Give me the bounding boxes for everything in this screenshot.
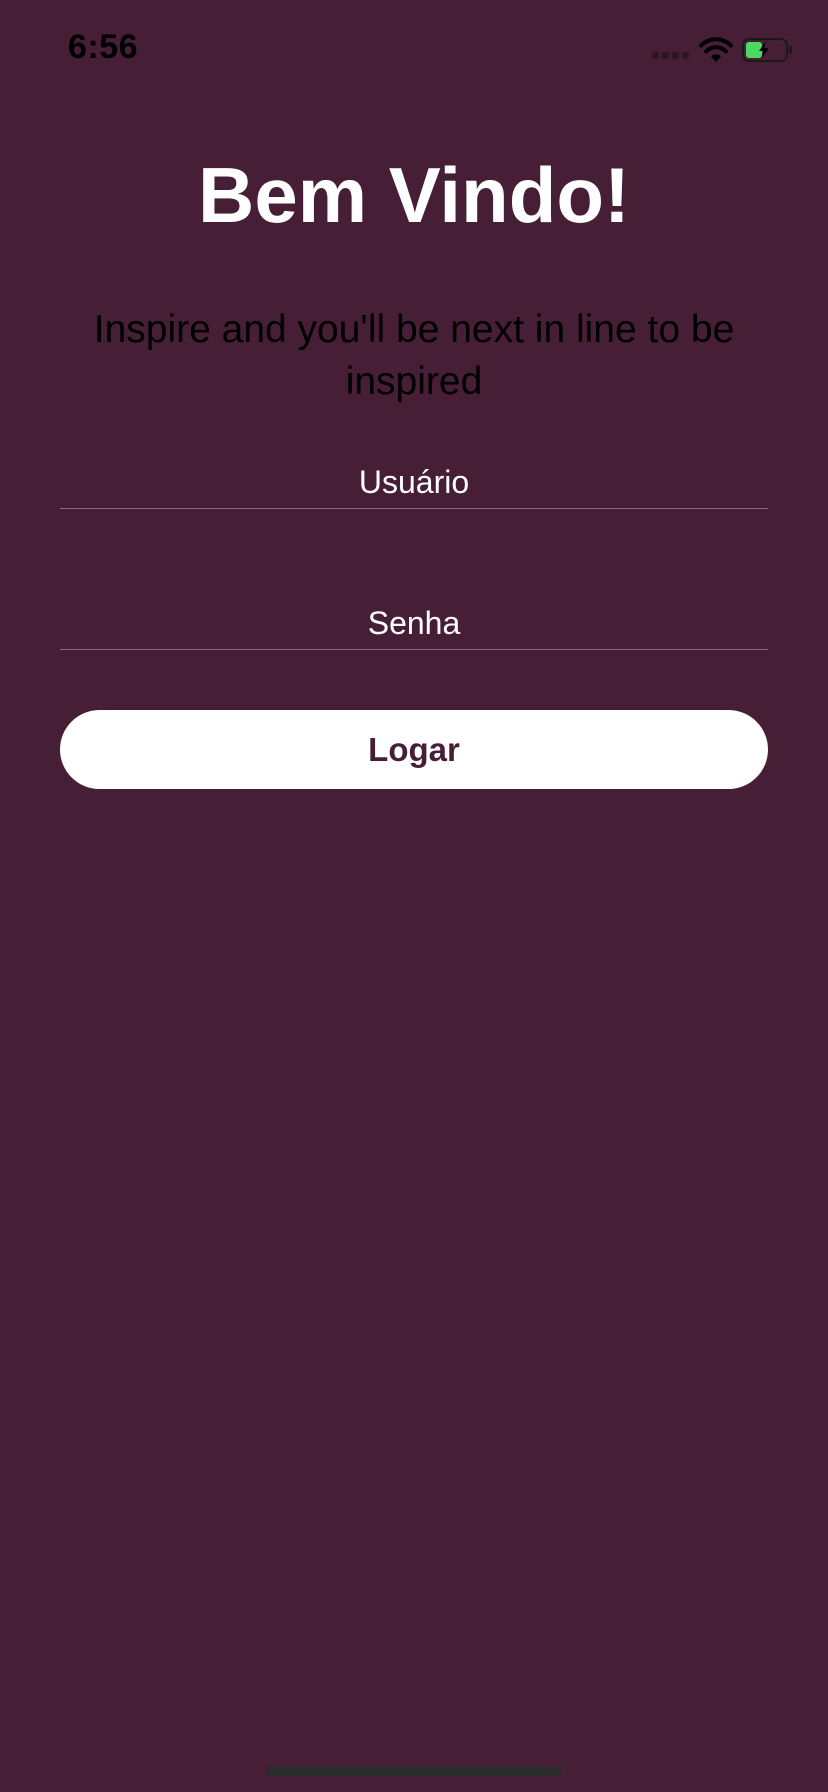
login-screen: 6:56 Bem Vindo! Inspire and you'll be ne… — [0, 0, 828, 1792]
wifi-icon — [699, 37, 733, 62]
username-input[interactable] — [60, 457, 768, 509]
home-indicator[interactable] — [266, 1766, 562, 1776]
welcome-title: Bem Vindo! — [198, 151, 630, 239]
status-bar: 6:56 — [0, 0, 828, 96]
password-input[interactable] — [60, 598, 768, 650]
battery-charging-icon — [742, 38, 792, 62]
status-time: 6:56 — [68, 28, 139, 66]
welcome-tagline: Inspire and you'll be next in line to be… — [93, 308, 735, 403]
login-button[interactable]: Logar — [60, 710, 768, 789]
signal-icon — [652, 52, 690, 60]
